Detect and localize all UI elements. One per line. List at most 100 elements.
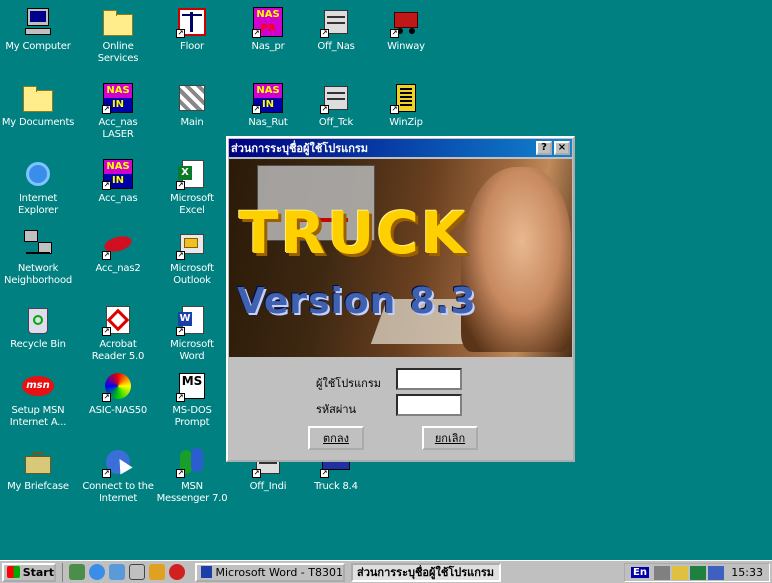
shortcut-arrow-icon: ↗ xyxy=(102,327,111,336)
shortcut-arrow-icon: ↗ xyxy=(390,105,399,114)
icon-label: Nas_pr xyxy=(251,41,285,52)
icon-label: MSN Messenger 7.0 xyxy=(156,481,228,504)
desktop-icon-online-services[interactable]: Online Services xyxy=(80,6,156,65)
language-indicator[interactable]: En xyxy=(631,567,649,578)
close-button[interactable]: × xyxy=(554,141,570,155)
msn-icon-text: msn xyxy=(22,376,54,396)
desktop-icon-floor[interactable]: ↗ Floor xyxy=(154,6,230,53)
desktop-icon-setup-msn[interactable]: msn Setup MSN Internet A... xyxy=(0,370,76,429)
nas-top: NAS xyxy=(104,84,132,98)
connect-icon: ↗ xyxy=(102,446,134,478)
ie-icon[interactable] xyxy=(89,564,105,580)
desktop-icon-my-computer[interactable]: My Computer xyxy=(0,6,76,53)
task-word[interactable]: Microsoft Word - T8301 xyxy=(195,562,345,582)
excel-icon: X ↗ xyxy=(176,158,208,190)
desktop-icon-off-nas[interactable]: ↗ Off_Nas xyxy=(298,6,374,53)
icon-label: Internet Explorer xyxy=(17,193,59,216)
msn-icon: msn xyxy=(22,370,54,402)
task-login[interactable]: ส่วนการระบุชื่อผู้ใช้โปรแกรม xyxy=(351,562,501,582)
desktop-icon-winway[interactable]: ↗ Winway xyxy=(368,6,444,53)
shortcut-arrow-icon: ↗ xyxy=(252,29,261,38)
form-icon: ↗ xyxy=(320,6,352,38)
app-icon[interactable] xyxy=(149,564,165,580)
icon-label: Acc_nas2 xyxy=(95,263,141,274)
help-button[interactable]: ? xyxy=(536,141,552,155)
desktop-icon-msn-messenger[interactable]: ↗ MSN Messenger 7.0 xyxy=(154,446,230,505)
icon-label: Truck 8.4 xyxy=(314,481,358,492)
outlook-icon: ↗ xyxy=(176,228,208,260)
desktop-icon-network-neighborhood[interactable]: Network Neighborhood xyxy=(0,228,76,287)
icon-label: Acc_nas LASER xyxy=(98,117,138,140)
shortcut-arrow-icon: ↗ xyxy=(252,105,261,114)
ok-button[interactable]: ตกลง xyxy=(308,426,364,450)
messenger-icon: ↗ xyxy=(176,446,208,478)
icon-label: Microsoft Word xyxy=(170,339,214,362)
shortcut-arrow-icon: ↗ xyxy=(320,105,329,114)
desktop-icon-recycle-bin[interactable]: Recycle Bin xyxy=(0,304,76,351)
icon-label: Floor xyxy=(180,41,204,52)
shortcut-arrow-icon: ↗ xyxy=(252,469,261,478)
desktop-icon-excel[interactable]: X ↗ Microsoft Excel xyxy=(154,158,230,217)
password-input[interactable] xyxy=(396,394,462,416)
form-icon: ↗ xyxy=(320,82,352,114)
desktop-icon-outlook[interactable]: ↗ Microsoft Outlook xyxy=(154,228,230,287)
shortcut-arrow-icon: ↗ xyxy=(176,327,185,336)
desktop-icon-my-briefcase[interactable]: My Briefcase xyxy=(0,446,76,493)
desktop-icon-acrobat-reader[interactable]: ↗ Acrobat Reader 5.0 xyxy=(80,304,156,363)
splash-version: Version 8.3 xyxy=(237,281,477,322)
icon-label: Off_Indi xyxy=(249,481,287,492)
shortcut-arrow-icon: ↗ xyxy=(176,469,185,478)
word-icon: W ↗ xyxy=(176,304,208,336)
desktop-icon-my-documents[interactable]: My Documents xyxy=(0,82,76,129)
icon-label: MS-DOS Prompt xyxy=(172,405,212,428)
user-input[interactable] xyxy=(396,368,462,390)
messenger-icon[interactable] xyxy=(169,564,185,580)
icon-label: WinZip xyxy=(389,117,423,128)
pattern-icon xyxy=(176,82,208,114)
desktop-icon-internet-explorer[interactable]: Internet Explorer xyxy=(0,158,76,217)
channels-icon[interactable] xyxy=(129,564,145,580)
desktop-icon-nas-pr[interactable]: NAS PR ↗ Nas_pr xyxy=(230,6,306,53)
woman-portrait xyxy=(461,167,571,352)
nas-in-icon: NAS IN ↗ xyxy=(102,158,134,190)
window-title: ส่วนการระบุชื่อผู้ใช้โปรแกรม xyxy=(231,142,369,155)
winzip-icon: ↗ xyxy=(390,82,422,114)
user-label: ผู้ใช้โปรแกรม xyxy=(316,377,381,390)
icon-label: Off_Nas xyxy=(317,41,355,52)
shortcut-arrow-icon: ↗ xyxy=(102,251,111,260)
shortcut-arrow-icon: ↗ xyxy=(176,181,185,190)
show-desktop-icon[interactable] xyxy=(69,564,85,580)
desktop-icon-msdos-prompt[interactable]: MS ↗ MS-DOS Prompt xyxy=(154,370,230,429)
desktop-icon-acc-nas-laser[interactable]: NAS IN ↗ Acc_nas LASER xyxy=(80,82,156,141)
network-tray-icon[interactable] xyxy=(690,565,707,580)
login-window: ส่วนการระบุชื่อผู้ใช้โปรแกรม ? × TRUCK V… xyxy=(226,136,575,462)
cancel-button[interactable]: ยกเลิก xyxy=(422,426,478,450)
shortcut-arrow-icon: ↗ xyxy=(176,29,185,38)
start-button[interactable]: Start xyxy=(2,562,56,582)
desktop-icon-main[interactable]: Main xyxy=(154,82,230,129)
volume-icon[interactable] xyxy=(654,565,671,580)
window-titlebar[interactable]: ส่วนการระบุชื่อผู้ใช้โปรแกรม ? × xyxy=(229,139,572,157)
desktop-icon-asic-nas50[interactable]: ↗ ASIC-NAS50 xyxy=(80,370,156,417)
desktop-icon-acc-nas2[interactable]: ↗ Acc_nas2 xyxy=(80,228,156,275)
scheduler-icon[interactable] xyxy=(708,565,725,580)
shortcut-arrow-icon: ↗ xyxy=(102,469,111,478)
ie-icon xyxy=(22,158,54,190)
desktop-icon-winzip[interactable]: ↗ WinZip xyxy=(368,82,444,129)
desktop-icon-off-tck[interactable]: ↗ Off_Tck xyxy=(298,82,374,129)
desktop-icon-connect-internet[interactable]: ↗ Connect to the Internet xyxy=(80,446,156,505)
desktop-icon-word[interactable]: W ↗ Microsoft Word xyxy=(154,304,230,363)
icon-label: Acc_nas xyxy=(98,193,138,204)
icon-label: Off_Tck xyxy=(318,117,354,128)
desktop-icon-nas-rut[interactable]: NAS IN ↗ Nas_Rut xyxy=(230,82,306,129)
shortcut-arrow-icon: ↗ xyxy=(102,105,111,114)
icon-label: Setup MSN Internet A... xyxy=(9,405,67,428)
icon-label: Acrobat Reader 5.0 xyxy=(91,339,145,362)
network-icon xyxy=(22,228,54,260)
desktop-icon-acc-nas[interactable]: NAS IN ↗ Acc_nas xyxy=(80,158,156,205)
computer-icon xyxy=(22,6,54,38)
icon-label: Microsoft Excel xyxy=(170,193,214,216)
word-icon xyxy=(201,566,213,578)
outlook-express-icon[interactable] xyxy=(109,564,125,580)
tray-app-icon[interactable] xyxy=(672,565,689,580)
